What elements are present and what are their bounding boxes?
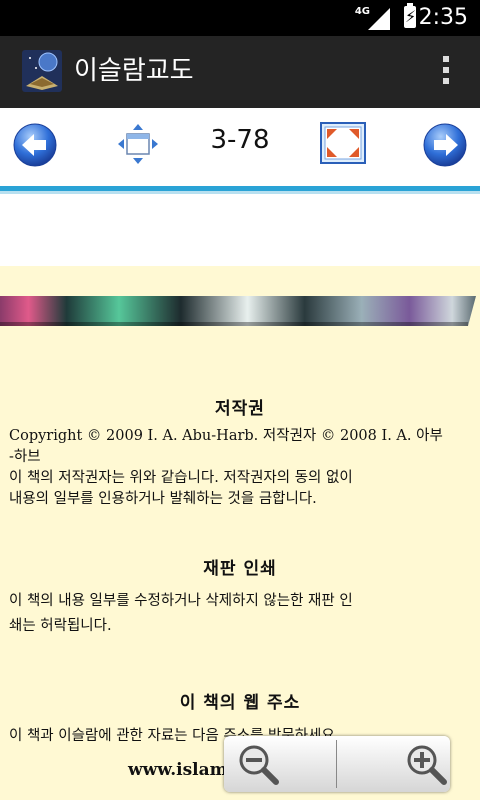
zoom-out-icon[interactable] (236, 742, 280, 786)
signal-icon (368, 8, 390, 30)
app-icon[interactable] (22, 50, 62, 92)
copyright-line: -하브 (9, 449, 41, 465)
forward-arrow-icon[interactable] (422, 122, 468, 168)
fullscreen-icon[interactable] (320, 122, 366, 164)
reprint-line: 쇄는 허락됩니다. (9, 618, 112, 634)
reprint-heading: 재판 인쇄 (203, 559, 277, 579)
copyright-heading: 저작권 (215, 399, 265, 419)
reader-toolbar: 3-78 (0, 108, 480, 186)
copyright-line: 이 책의 저작권자는 위와 같습니다. 저작권자의 동의 없이 (9, 470, 353, 486)
action-bar: 이슬람교도 (0, 36, 480, 108)
app-title: 이슬람교도 (74, 56, 194, 86)
page-number: 3-78 (210, 125, 270, 155)
battery-icon: ⚡ (404, 3, 417, 28)
reprint-line: 이 책의 내용 일부를 수정하거나 삭제하지 않는한 재판 인 (9, 593, 353, 609)
decorative-banner (0, 296, 476, 326)
zoom-divider (336, 740, 337, 788)
zoom-controls (224, 736, 450, 792)
book-page: 저작권 Copyright © 2009 I. A. Abu-Harb. 저작권… (0, 266, 480, 800)
move-icon[interactable] (116, 122, 160, 166)
back-arrow-icon[interactable] (12, 122, 58, 168)
zoom-in-icon[interactable] (404, 742, 448, 786)
copyright-line: 내용의 일부를 인용하거나 발췌하는 것을 금합니다. (9, 491, 317, 507)
status-bar: 4G ⚡ 2:35 (0, 0, 480, 36)
blank-area (0, 194, 480, 266)
copyright-line: Copyright © 2009 I. A. Abu-Harb. 저작권자 © … (9, 428, 443, 444)
clock: 2:35 (418, 5, 468, 30)
web-heading: 이 책의 웹 주소 (179, 693, 301, 713)
overflow-menu-icon[interactable] (442, 56, 450, 88)
